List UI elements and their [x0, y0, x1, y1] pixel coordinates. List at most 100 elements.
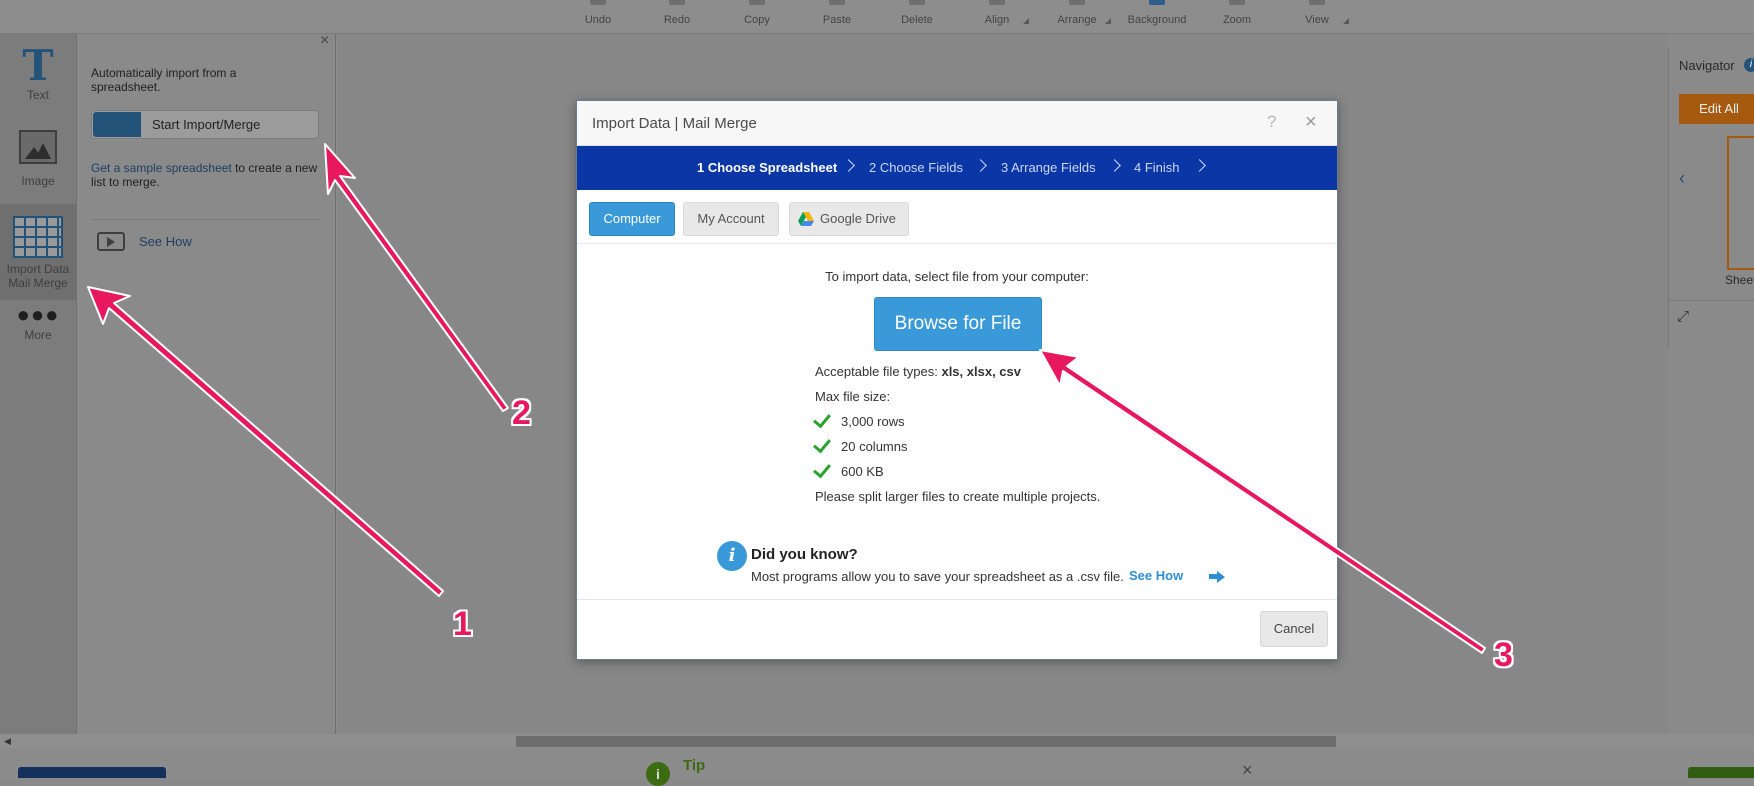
max-file-size-label: Max file size: — [815, 389, 891, 404]
annotation-number-1: 1 — [453, 605, 472, 643]
start-import-merge-button[interactable]: Start Import/Merge — [91, 110, 319, 139]
panel-divider — [91, 219, 321, 220]
step-arrange-fields: 3 Arrange Fields — [1001, 160, 1096, 175]
redo-icon — [669, 0, 685, 5]
chevron-right-icon — [1108, 159, 1121, 172]
copy-icon — [749, 0, 765, 5]
step-choose-spreadsheet: 1 Choose Spreadsheet — [697, 160, 838, 175]
help-icon[interactable]: ? — [1267, 112, 1276, 132]
navigator-title: Navigator — [1679, 58, 1735, 73]
zoom-icon — [1229, 0, 1245, 5]
did-you-know-text: Most programs allow you to save your spr… — [751, 569, 1124, 584]
bottom-left-button[interactable] — [18, 767, 166, 778]
chevron-right-icon — [974, 159, 987, 172]
align-dropdown-icon — [1023, 18, 1029, 24]
sheet-thumbnail[interactable] — [1727, 136, 1754, 270]
delete-button[interactable]: Delete — [897, 0, 937, 33]
view-button[interactable]: View — [1297, 0, 1349, 33]
see-how-link[interactable]: See How — [1129, 568, 1183, 583]
did-you-know-title: Did you know? — [751, 546, 858, 563]
tab-computer[interactable]: Computer — [589, 202, 675, 236]
redo-button[interactable]: Redo — [657, 0, 697, 33]
chevron-right-icon — [842, 159, 855, 172]
background-button[interactable]: Background — [1125, 0, 1189, 33]
navigator-info-icon[interactable]: i — [1744, 58, 1754, 72]
top-toolbar: Undo Redo Copy Paste Delete Align Arrang… — [0, 0, 1754, 34]
import-data-modal: Import Data | Mail Merge ? × 1 Choose Sp… — [576, 100, 1338, 660]
align-button[interactable]: Align — [977, 0, 1029, 33]
file-types-line: Acceptable file types: xls, xlsx, csv — [815, 364, 1021, 379]
zoom-button[interactable]: Zoom — [1217, 0, 1257, 33]
align-icon — [989, 0, 1005, 5]
left-rail: T Text Image Import Data Mail Merge ●●● … — [0, 34, 77, 734]
checkmark-icon — [813, 459, 831, 479]
split-note: Please split larger files to create mult… — [815, 489, 1101, 504]
google-drive-icon — [798, 212, 814, 226]
scroll-left-icon[interactable]: ◀ — [4, 736, 11, 747]
limit-rows: 3,000 rows — [841, 414, 905, 429]
delete-icon — [909, 0, 925, 5]
checkmark-icon — [813, 434, 831, 454]
tip-icon: i — [646, 762, 670, 786]
tab-my-account[interactable]: My Account — [683, 202, 779, 236]
modal-title: Import Data | Mail Merge — [592, 115, 757, 132]
divider — [577, 599, 1337, 600]
bottom-bar: i Tip × — [0, 748, 1754, 786]
limit-size: 600 KB — [841, 464, 884, 479]
close-icon[interactable]: × — [1305, 111, 1317, 134]
scrollbar-thumb[interactable] — [516, 736, 1336, 747]
navigator-divider — [1669, 300, 1754, 301]
panel-intro: Automatically import from a spreadsheet. — [91, 66, 237, 94]
step-finish: 4 Finish — [1134, 160, 1180, 175]
navigator-panel: Navigator i Edit All ‹ Sheet ⤢ — [1668, 48, 1754, 348]
rail-item-text[interactable]: T Text — [0, 44, 76, 114]
sample-spreadsheet-text: Get a sample spreadsheet to create a new… — [91, 161, 318, 189]
expand-icon[interactable]: ⤢ — [1677, 308, 1689, 325]
spreadsheet-icon — [93, 112, 141, 137]
checkmark-icon — [813, 409, 831, 429]
arrange-button[interactable]: Arrange — [1055, 0, 1111, 33]
arrow-right-icon — [1217, 571, 1225, 583]
panel-see-how-link[interactable]: See How — [139, 234, 192, 249]
sample-spreadsheet-link[interactable]: Get a sample spreadsheet — [91, 161, 232, 175]
step-choose-fields: 2 Choose Fields — [869, 160, 963, 175]
panel-close-icon[interactable]: × — [320, 32, 329, 50]
import-panel: × Automatically import from a spreadshee… — [77, 32, 336, 734]
limit-columns: 20 columns — [841, 439, 908, 454]
rail-item-import-data[interactable]: Import Data Mail Merge — [0, 204, 76, 300]
paste-icon — [829, 0, 845, 5]
import-instruction: To import data, select file from your co… — [825, 269, 1089, 284]
background-icon — [1149, 0, 1165, 5]
view-icon — [1309, 0, 1325, 5]
navigator-prev-icon[interactable]: ‹ — [1679, 168, 1685, 189]
view-dropdown-icon — [1343, 18, 1349, 24]
spreadsheet-icon — [13, 216, 63, 258]
annotation-number-3: 3 — [1494, 636, 1513, 674]
browse-for-file-button[interactable]: Browse for File — [874, 297, 1042, 351]
modal-header: Import Data | Mail Merge ? × — [577, 101, 1337, 146]
wizard-steps: 1 Choose Spreadsheet 2 Choose Fields 3 A… — [577, 146, 1337, 190]
rail-item-more[interactable]: ●●● More — [0, 302, 76, 356]
play-video-icon[interactable] — [97, 232, 125, 251]
more-icon: ●●● — [16, 302, 60, 327]
image-icon — [19, 130, 57, 164]
chevron-right-icon — [1193, 159, 1206, 172]
undo-icon — [590, 0, 606, 5]
sheet-label: Sheet — [1725, 273, 1754, 287]
tab-google-drive[interactable]: Google Drive — [789, 202, 909, 236]
arrange-icon — [1069, 0, 1085, 5]
text-icon: T — [22, 41, 54, 90]
cancel-button[interactable]: Cancel — [1260, 611, 1328, 647]
info-icon: i — [717, 541, 747, 571]
arrow-right-icon — [1209, 574, 1217, 579]
tip-label: Tip — [683, 757, 706, 774]
undo-button[interactable]: Undo — [578, 0, 618, 33]
divider — [577, 243, 1337, 244]
arrange-dropdown-icon — [1105, 18, 1111, 24]
copy-button[interactable]: Copy — [737, 0, 777, 33]
rail-item-image[interactable]: Image — [0, 130, 76, 200]
annotation-number-2: 2 — [512, 394, 531, 432]
paste-button[interactable]: Paste — [817, 0, 857, 33]
bottom-right-button[interactable] — [1688, 767, 1754, 778]
edit-all-button[interactable]: Edit All — [1679, 94, 1754, 124]
